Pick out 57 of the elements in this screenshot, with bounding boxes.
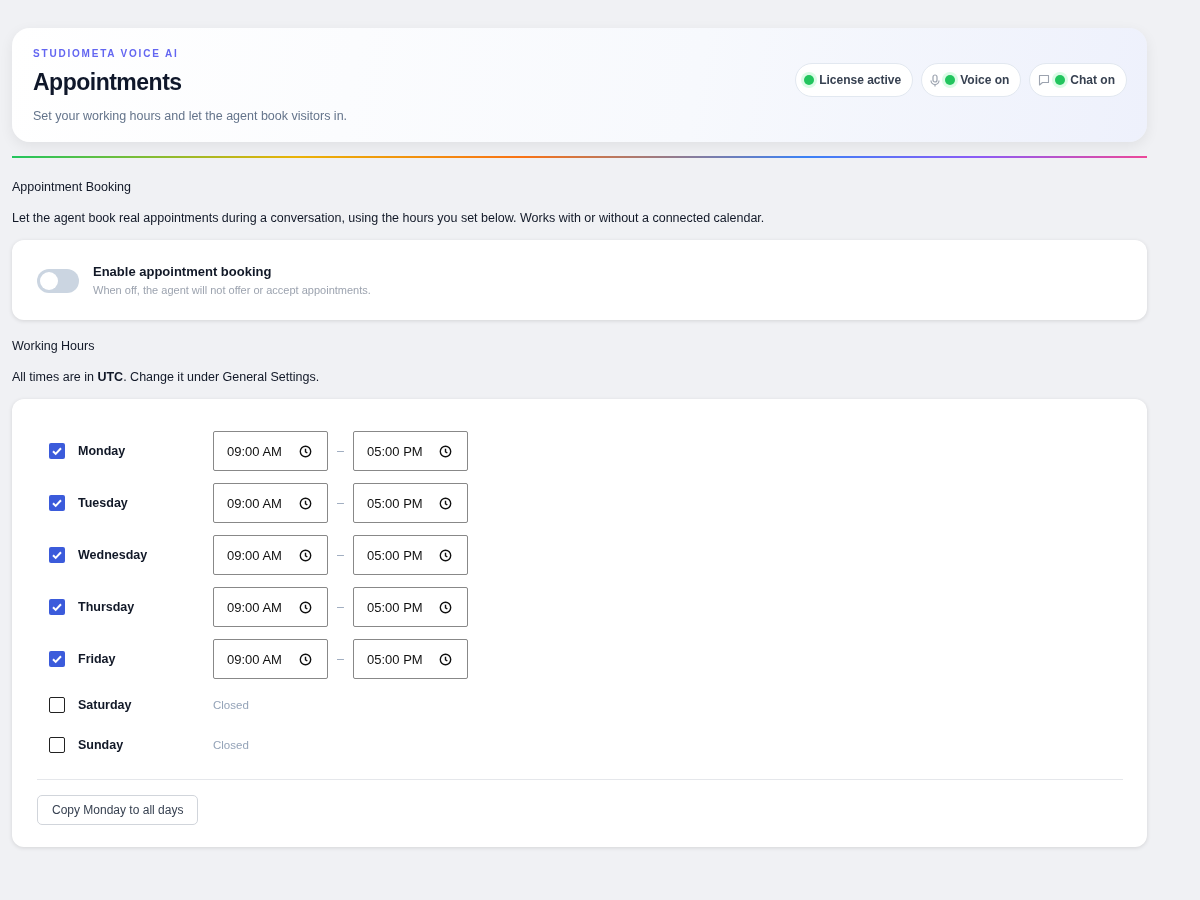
section-description: Let the agent book real appointments during a conversation, using the hours you set below. Works with or without a connected calendar.: [12, 211, 766, 225]
time-field[interactable]: 09:00 AM: [213, 639, 328, 679]
day-label: Tuesday: [78, 496, 129, 510]
clock-icon: [439, 652, 452, 666]
copy-button[interactable]: Copy Monday to all days: [37, 795, 199, 825]
clock-icon: [299, 548, 312, 562]
clock-icon: [299, 496, 312, 510]
time-field[interactable]: 09:00 AM: [213, 535, 328, 575]
range-dash: –: [336, 600, 345, 614]
day-checkbox[interactable]: [49, 495, 65, 511]
day-label: Thursday: [78, 600, 136, 614]
day-checkbox[interactable]: [49, 599, 65, 615]
toggle-hint: When off, the agent will not offer or accept appointments.: [93, 284, 371, 296]
day-checkbox[interactable]: [49, 651, 65, 667]
status-pill: Chat on: [1029, 63, 1127, 97]
microphone-icon: [930, 73, 941, 87]
day-label: Monday: [78, 444, 127, 458]
time-field[interactable]: 05:00 PM: [353, 639, 468, 679]
status-pill: License active: [795, 63, 914, 97]
page-title: Appointments: [33, 69, 183, 96]
closed-label: Closed: [213, 739, 249, 751]
time-field[interactable]: 09:00 AM: [213, 483, 328, 523]
clock-icon: [439, 600, 452, 614]
toggle-switch[interactable]: [37, 269, 79, 293]
section-heading: Working Hours: [12, 339, 96, 353]
time-field[interactable]: 05:00 PM: [353, 535, 468, 575]
page-subtitle: Set your working hours and let the agent book visitors in.: [33, 109, 348, 123]
clock-icon: [299, 652, 312, 666]
status-pill: Voice on: [921, 63, 1022, 97]
clock-icon: [299, 600, 312, 614]
toggle-label: Enable appointment booking: [93, 264, 273, 279]
clock-icon: [439, 548, 452, 562]
range-dash: –: [336, 652, 345, 666]
closed-label: Closed: [213, 699, 249, 711]
day-label: Sunday: [78, 738, 125, 752]
brand-label: STUDIOMETA VOICE AI: [33, 48, 180, 59]
clock-icon: [439, 496, 452, 510]
range-dash: –: [336, 496, 345, 510]
clock-icon: [439, 444, 452, 458]
clock-icon: [299, 444, 312, 458]
day-checkbox[interactable]: [49, 443, 65, 459]
day-label: Friday: [78, 652, 117, 666]
day-label: Wednesday: [78, 548, 149, 562]
time-field[interactable]: 05:00 PM: [353, 483, 468, 523]
time-field[interactable]: 09:00 AM: [213, 431, 328, 471]
day-checkbox[interactable]: [49, 547, 65, 563]
day-checkbox[interactable]: [49, 697, 65, 713]
day-checkbox[interactable]: [49, 737, 65, 753]
chat-bubble-icon: [1038, 74, 1051, 86]
time-field[interactable]: 05:00 PM: [353, 431, 468, 471]
section-heading: Appointment Booking: [12, 180, 132, 194]
range-dash: –: [336, 444, 345, 458]
time-field[interactable]: 09:00 AM: [213, 587, 328, 627]
timezone-note: All times are in UTC. Change it under General Settings.: [12, 370, 321, 384]
day-label: Saturday: [78, 698, 133, 712]
time-field[interactable]: 05:00 PM: [353, 587, 468, 627]
range-dash: –: [336, 548, 345, 562]
